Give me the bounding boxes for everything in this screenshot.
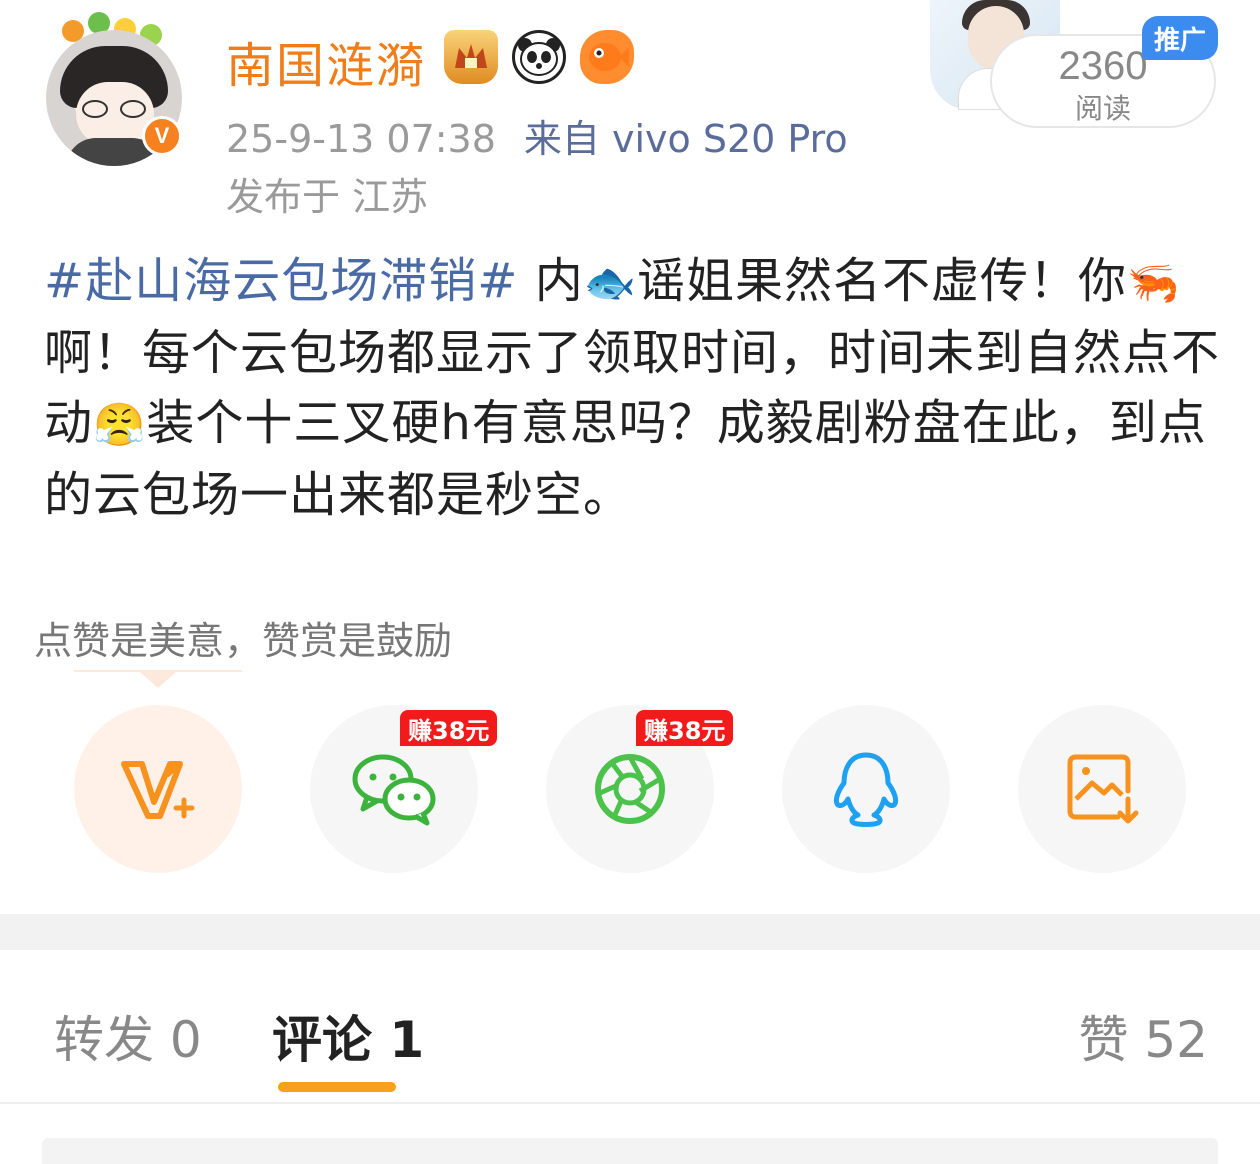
- post-time: 25-9-13 07:38: [226, 117, 496, 161]
- crown-badge-icon[interactable]: [444, 30, 498, 84]
- save-image-button[interactable]: [1018, 705, 1186, 873]
- fish-emoji-icon: 🐟: [583, 258, 638, 307]
- qq-icon: [833, 752, 899, 827]
- earn-tag: 赚38元: [400, 710, 498, 746]
- angry-emoji-icon: 😤: [93, 400, 147, 449]
- post-header: V 南国涟漪 25-9-13 07:38 来自 vivo S20 Pro 发布于 …: [0, 0, 1260, 230]
- tab-repost[interactable]: 转发 0: [54, 1000, 202, 1072]
- read-label: 阅读: [1074, 92, 1131, 125]
- reward-tip: 点赞是美意，赞赏是鼓励: [34, 619, 453, 663]
- post-location: 发布于 江苏: [226, 175, 429, 219]
- qq-share-button[interactable]: [782, 705, 950, 873]
- section-divider: [0, 914, 1260, 950]
- verified-badge-icon: V: [142, 116, 182, 156]
- moments-icon: [595, 754, 665, 824]
- tip-pointer: [140, 672, 176, 688]
- tab-comment[interactable]: 评论 1: [272, 1000, 424, 1072]
- fish-badge-icon[interactable]: [580, 30, 634, 84]
- post-meta: 25-9-13 07:38 来自 vivo S20 Pro: [226, 108, 848, 163]
- interaction-tabs: 转发 0 评论 1 赞 52: [0, 950, 1260, 1100]
- active-tab-indicator: [278, 1082, 396, 1092]
- hashtag-link[interactable]: #赴山海云包场滞销#: [44, 253, 518, 309]
- share-row: 赚38元 赚38元: [0, 700, 1260, 880]
- author-avatar[interactable]: V: [46, 10, 186, 166]
- post-text-segment: 谣姐果然名不虚传！你: [637, 253, 1128, 309]
- comment-area: [42, 1138, 1218, 1164]
- vplus-icon: [121, 761, 195, 819]
- post-text-segment: 装个十三叉硬h有意思吗？成毅剧粉盘在此，到点的云包场一出来都是秒空。: [44, 395, 1207, 523]
- panda-badge-icon[interactable]: [512, 30, 566, 84]
- wechat-icon: [352, 754, 436, 826]
- author-badges: [444, 30, 634, 84]
- promo-tag: 推广: [1142, 16, 1218, 60]
- tabs-divider: [0, 1102, 1260, 1104]
- post-source[interactable]: 来自 vivo S20 Pro: [524, 117, 848, 161]
- author-name[interactable]: 南国涟漪: [226, 26, 426, 96]
- shrimp-emoji-icon: 🦐: [1127, 258, 1181, 307]
- promo-card[interactable]: 2360 阅读 推广: [910, 0, 1240, 140]
- post-text-segment: 内: [518, 253, 584, 309]
- tab-like[interactable]: 赞 52: [1078, 1000, 1208, 1072]
- earn-tag: 赚38元: [636, 710, 734, 746]
- vplus-button[interactable]: [74, 705, 242, 873]
- post-text: #赴山海云包场滞销# 内🐟谣姐果然名不虚传！你🦐啊！每个云包场都显示了领取时间，…: [44, 246, 1224, 530]
- save-image-icon: [1067, 754, 1139, 824]
